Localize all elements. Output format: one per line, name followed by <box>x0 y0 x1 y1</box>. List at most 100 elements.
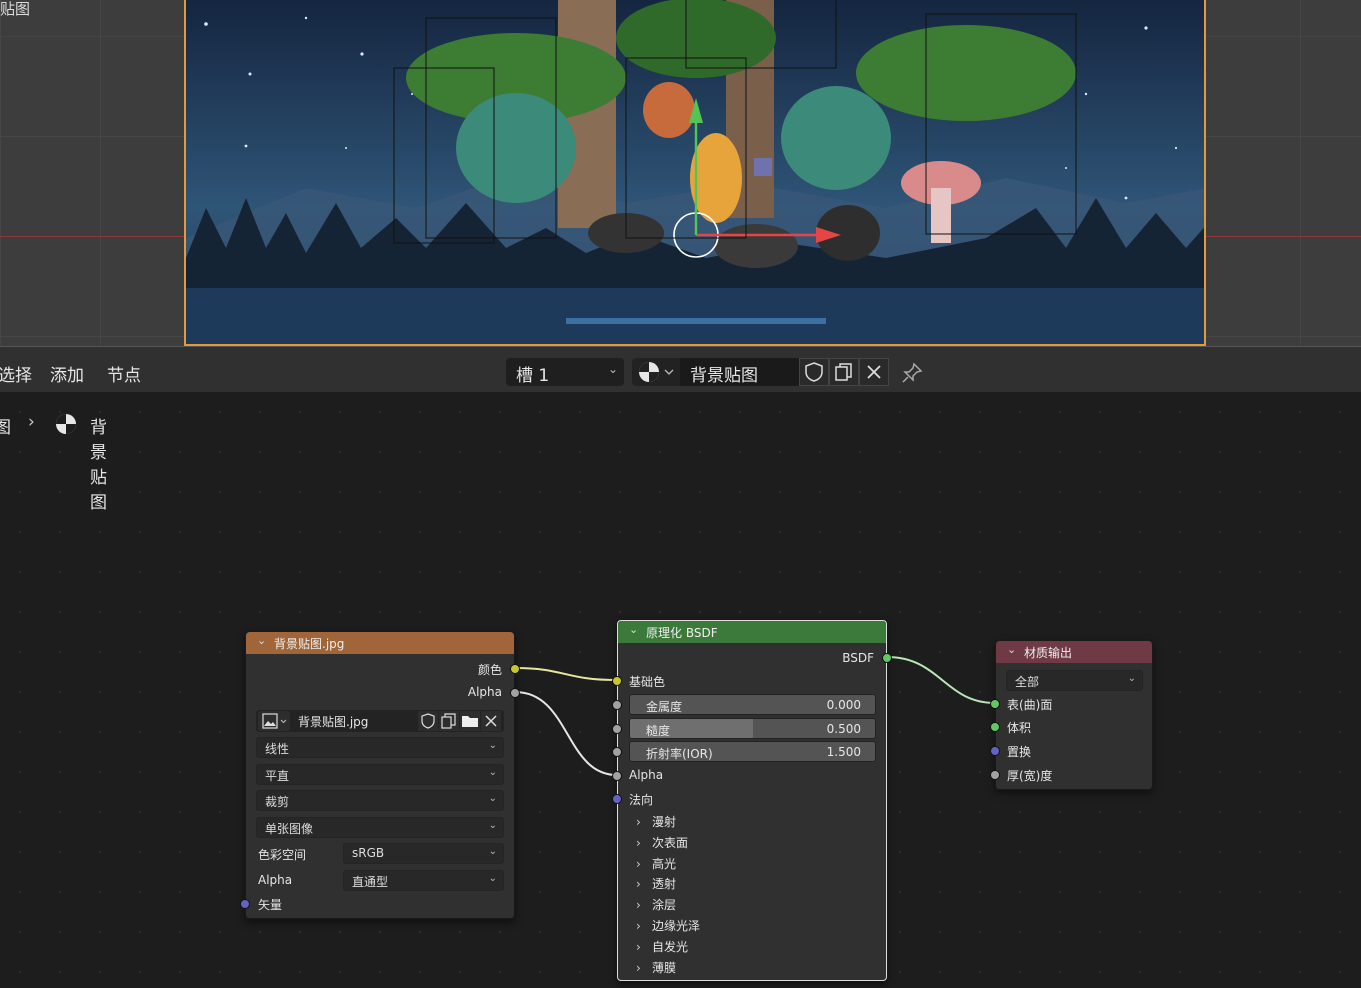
3d-viewport[interactable]: 贴图 <box>0 0 1361 346</box>
input-thickness-socket[interactable] <box>990 770 1000 780</box>
basecolor-label: 基础色 <box>629 675 666 689</box>
chevron-right-icon: › <box>636 961 641 975</box>
input-vector-socket[interactable] <box>240 899 250 909</box>
material-name-field[interactable]: 背景贴图 <box>680 358 800 386</box>
chevron-down-icon: ⌄ <box>629 623 639 636</box>
metallic-value: 0.000 <box>826 698 861 712</box>
bsdf-node-title: 原理化 BSDF <box>646 626 718 640</box>
scene-render <box>186 0 1204 344</box>
node-editor-header: 选择 添加 节点 槽 1 ⌄ 背景贴图 <box>0 346 1361 392</box>
menu-select[interactable]: 选择 <box>0 361 32 386</box>
input-displacement-socket[interactable] <box>990 746 1000 756</box>
image-texture-node[interactable]: ⌄ 背景贴图.jpg 颜色 Alpha 背景贴图.jpg 线性 ⌄ 平直 ⌄ 裁… <box>240 631 520 919</box>
output-target-value: 全部 <box>1015 675 1040 689</box>
menu-add[interactable]: 添加 <box>50 361 84 386</box>
extension-value: 裁剪 <box>265 795 290 809</box>
interpolation-dropdown[interactable]: 线性 ⌄ <box>256 737 504 758</box>
panel-coat[interactable]: › 涂层 <box>636 896 676 913</box>
input-normal-socket[interactable] <box>612 794 622 804</box>
menu-node[interactable]: 节点 <box>107 361 141 386</box>
metallic-label: 金属度 <box>646 700 683 714</box>
colorspace-dropdown[interactable]: sRGB ⌄ <box>343 843 504 864</box>
source-dropdown[interactable]: 单张图像 ⌄ <box>256 817 504 838</box>
close-icon[interactable] <box>481 711 501 731</box>
material-browse-button[interactable] <box>632 358 680 386</box>
ior-label: 折射率(IOR) <box>646 747 713 761</box>
input-roughness-socket[interactable] <box>612 724 622 734</box>
blender-window: 贴图 选择 添加 节点 槽 1 ⌄ 背景贴图 图 › 背景贴图 ⌄ 背景贴图.j… <box>0 0 1361 988</box>
shield-icon[interactable] <box>418 711 438 731</box>
material-sphere-icon <box>56 414 76 434</box>
unlink-material-close-icon[interactable] <box>859 358 889 386</box>
input-volume-socket[interactable] <box>990 722 1000 732</box>
duplicate-material-icon[interactable] <box>829 358 859 386</box>
ior-slider[interactable]: 折射率(IOR) 1.500 <box>629 741 876 762</box>
pin-icon[interactable] <box>900 361 924 385</box>
alpha-input-label: Alpha <box>629 768 664 782</box>
chevron-right-icon: › <box>636 877 641 891</box>
extension-dropdown[interactable]: 裁剪 ⌄ <box>256 790 504 811</box>
breadcrumb-current[interactable]: 背景贴图 <box>90 413 107 513</box>
material-output-node[interactable]: ⌄ 材质输出 全部 ⌄ 表(曲)面 体积 置换 厚(宽)度 <box>990 640 1153 790</box>
input-surface-socket[interactable] <box>990 699 1000 709</box>
panel-sheen[interactable]: › 边缘光泽 <box>636 917 700 934</box>
panel-transmission[interactable]: › 透射 <box>636 875 676 892</box>
panel-thin-film[interactable]: › 薄膜 <box>636 959 676 976</box>
chevron-down-icon: ⌄ <box>257 634 267 647</box>
normal-input-label: 法向 <box>629 793 654 807</box>
image-node-title: 背景贴图.jpg <box>274 637 345 651</box>
folder-icon[interactable] <box>460 711 480 731</box>
output-color-socket[interactable] <box>510 664 520 674</box>
image-node-header[interactable]: ⌄ 背景贴图.jpg <box>246 632 514 654</box>
input-ior-socket[interactable] <box>612 747 622 757</box>
chevron-right-icon: › <box>636 857 641 871</box>
duplicate-icon[interactable] <box>439 711 459 731</box>
input-alpha-socket[interactable] <box>612 771 622 781</box>
material-sphere-icon <box>639 362 674 382</box>
fake-user-shield-icon[interactable] <box>799 358 829 386</box>
slot-dropdown[interactable]: 槽 1 ⌄ <box>506 358 624 386</box>
roughness-label: 糙度 <box>646 724 671 738</box>
displacement-label: 置换 <box>1007 745 1032 759</box>
breadcrumb-prev[interactable]: 图 <box>0 413 11 438</box>
alpha-mode-value: 直通型 <box>352 875 389 889</box>
roughness-slider[interactable]: 糙度 0.500 <box>629 718 876 739</box>
input-basecolor-socket[interactable] <box>612 676 622 686</box>
chevron-down-icon: ⌄ <box>488 846 497 857</box>
metallic-slider[interactable]: 金属度 0.000 <box>629 694 876 715</box>
image-name-field[interactable]: 背景贴图.jpg <box>298 713 368 730</box>
output-bsdf-socket[interactable] <box>882 653 892 663</box>
ior-value: 1.500 <box>826 745 861 759</box>
alpha-mode-label: Alpha <box>258 873 293 887</box>
chevron-down-icon: ⌄ <box>607 362 618 376</box>
chevron-right-icon: › <box>636 940 641 954</box>
output-alpha-label: Alpha <box>467 685 502 699</box>
panel-specular[interactable]: › 高光 <box>636 855 676 872</box>
chevron-right-icon: › <box>636 836 641 850</box>
chevron-down-icon: ⌄ <box>488 793 497 804</box>
chevron-right-icon: › <box>636 898 641 912</box>
camera-frame[interactable] <box>184 0 1206 346</box>
principled-bsdf-node[interactable]: ⌄ 原理化 BSDF BSDF 基础色 金属度 0.000 糙度 0.500 折… <box>612 620 892 981</box>
chevron-down-icon: ⌄ <box>1007 643 1017 656</box>
panel-emission[interactable]: › 自发光 <box>636 938 688 955</box>
colorspace-value: sRGB <box>352 846 385 860</box>
chevron-down-icon: ⌄ <box>488 767 497 778</box>
surface-label: 表(曲)面 <box>1007 698 1053 712</box>
image-browse-button[interactable] <box>258 711 290 731</box>
viewport-label: 贴图 <box>0 0 31 18</box>
projection-dropdown[interactable]: 平直 ⌄ <box>256 764 504 785</box>
chevron-down-icon: ⌄ <box>488 740 497 751</box>
input-vector-label: 矢量 <box>258 898 283 912</box>
interpolation-value: 线性 <box>265 742 290 756</box>
panel-subsurface[interactable]: › 次表面 <box>636 834 688 851</box>
output-target-dropdown[interactable]: 全部 ⌄ <box>1006 670 1143 691</box>
output-node-header[interactable]: ⌄ 材质输出 <box>996 641 1152 663</box>
panel-diffuse[interactable]: › 漫射 <box>636 813 676 830</box>
output-alpha-socket[interactable] <box>510 688 520 698</box>
alpha-mode-dropdown[interactable]: 直通型 ⌄ <box>343 870 504 891</box>
thickness-label: 厚(宽)度 <box>1007 769 1053 783</box>
input-metallic-socket[interactable] <box>612 700 622 710</box>
projection-value: 平直 <box>265 769 290 783</box>
bsdf-node-header[interactable]: ⌄ 原理化 BSDF <box>618 621 886 643</box>
